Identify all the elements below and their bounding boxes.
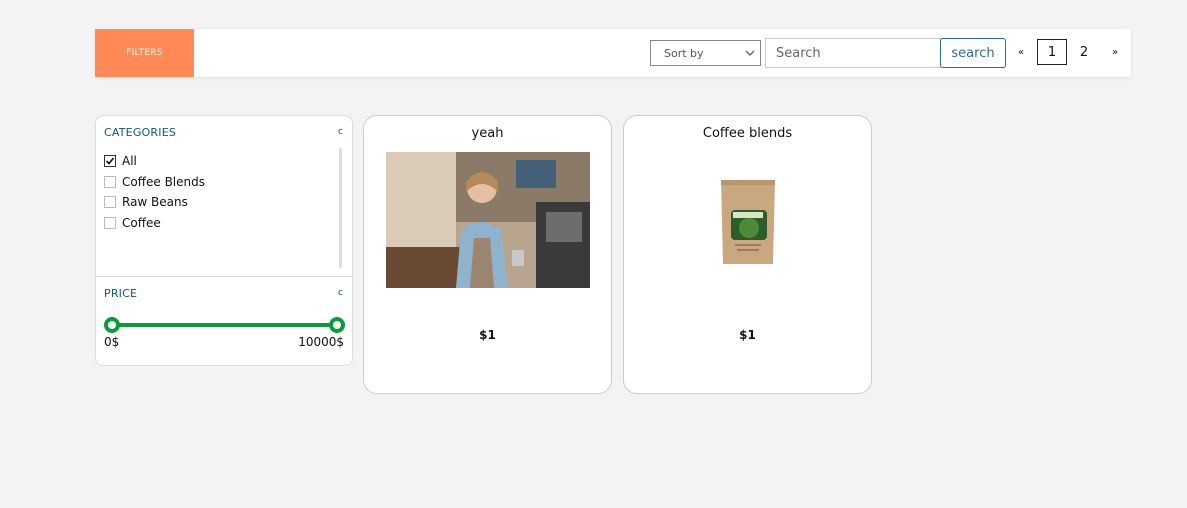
chevron-down-icon	[745, 50, 755, 56]
coffee-bag-image	[721, 180, 775, 264]
checkbox[interactable]	[104, 196, 116, 209]
category-scrollbar[interactable]	[339, 148, 342, 268]
pagination-prev[interactable]: «	[1014, 40, 1028, 64]
toolbar: FILTERS Sort by Search search « 1 2 »	[95, 29, 1131, 77]
price-slider-min-handle[interactable]	[104, 317, 120, 333]
checkbox[interactable]	[104, 155, 116, 168]
search-button[interactable]: search	[940, 38, 1006, 68]
price-max-label: 10000$	[298, 335, 344, 349]
product-title: Coffee blends	[702, 126, 793, 141]
divider	[96, 276, 352, 277]
sort-select-value: Sort by	[664, 46, 704, 60]
checkbox[interactable]	[104, 216, 116, 229]
category-label: Coffee	[122, 215, 161, 230]
category-item-raw-beans[interactable]: Raw Beans	[104, 192, 205, 213]
product-title: yeah	[471, 126, 504, 141]
categories-title: CATEGORIES	[104, 126, 177, 139]
category-item-coffee-blends[interactable]: Coffee Blends	[104, 172, 205, 193]
pagination-page-1[interactable]: 1	[1037, 39, 1067, 65]
product-price: $1	[739, 328, 756, 342]
category-label: Raw Beans	[122, 195, 188, 210]
barista-image	[386, 152, 590, 288]
categories-toggle[interactable]: c	[338, 127, 343, 137]
pagination-next[interactable]: »	[1108, 40, 1122, 64]
sort-select[interactable]: Sort by	[650, 40, 761, 66]
category-label: All	[122, 154, 137, 169]
category-item-all[interactable]: All	[104, 151, 205, 172]
product-price: $1	[479, 328, 496, 342]
checkbox[interactable]	[104, 175, 116, 188]
filters-button[interactable]: FILTERS	[95, 29, 194, 77]
product-card[interactable]: Coffee blends $1	[623, 115, 872, 394]
search-input[interactable]: Search	[765, 38, 941, 68]
search-placeholder: Search	[776, 45, 821, 61]
category-list: All Coffee Blends Raw Beans Coffee	[104, 151, 205, 233]
pagination-page-2[interactable]: 2	[1077, 40, 1091, 64]
category-label: Coffee Blends	[122, 174, 205, 189]
price-title: PRICE	[104, 287, 138, 300]
price-toggle[interactable]: c	[338, 288, 343, 298]
category-item-coffee[interactable]: Coffee	[104, 213, 205, 234]
checkmark-icon	[105, 157, 115, 165]
filter-sidebar: CATEGORIES c All Coffee Blends Raw Beans…	[95, 115, 353, 366]
price-slider-max-handle[interactable]	[329, 317, 345, 333]
product-card[interactable]: yeah $1	[363, 115, 612, 394]
price-slider-track[interactable]	[112, 323, 337, 327]
price-min-label: 0$	[104, 335, 120, 349]
